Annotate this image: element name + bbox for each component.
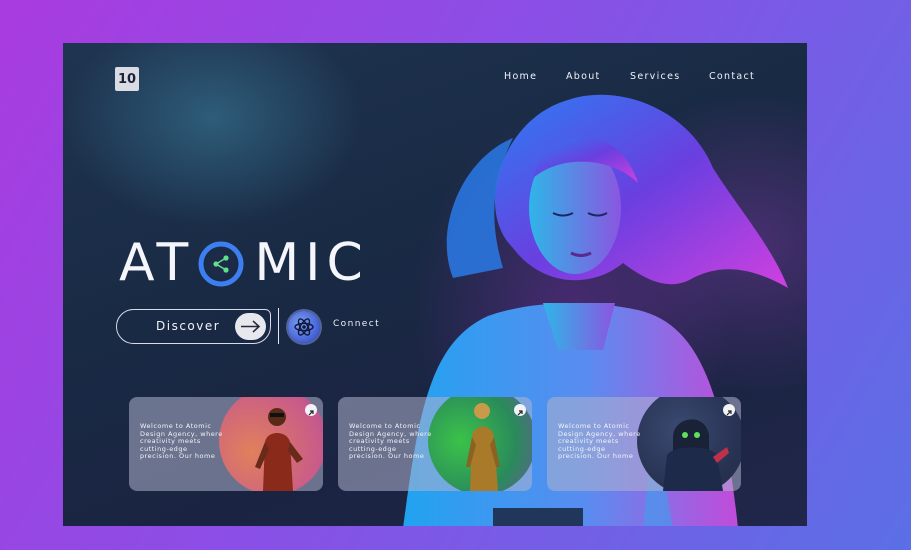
title-part-2: MIC	[254, 233, 369, 293]
discover-button[interactable]: Discover	[116, 309, 271, 344]
nav-contact[interactable]: Contact	[709, 71, 755, 82]
atom-icon	[294, 318, 314, 336]
feature-card-1[interactable]: Welcome to Atomic Design Agency, where c…	[129, 397, 323, 491]
nav-services[interactable]: Services	[630, 71, 680, 82]
feature-card-2[interactable]: Welcome to Atomic Design Agency, where c…	[338, 397, 532, 491]
nav-about[interactable]: About	[566, 71, 601, 82]
arrow-up-right-icon	[726, 410, 732, 416]
arrow-right-icon	[241, 320, 261, 333]
card-text: Welcome to Atomic Design Agency, where c…	[140, 422, 223, 461]
card-link-button[interactable]	[723, 404, 735, 416]
nav-home[interactable]: Home	[504, 71, 537, 82]
feature-card-3[interactable]: Welcome to Atomic Design Agency, where c…	[547, 397, 741, 491]
arrow-up-right-icon	[308, 410, 314, 416]
landing-page: 10 Home About Services Contact AT MIC Di…	[63, 43, 807, 526]
hero-title: AT MIC	[119, 233, 369, 293]
title-o-letter	[198, 240, 244, 287]
card-link-button[interactable]	[514, 404, 526, 416]
card-link-button[interactable]	[305, 404, 317, 416]
connect-label[interactable]: Connect	[333, 319, 380, 329]
connect-button[interactable]	[288, 311, 320, 343]
card-text: Welcome to Atomic Design Agency, where c…	[558, 422, 641, 461]
title-part-1: AT	[119, 233, 195, 293]
arrow-up-right-icon	[517, 410, 523, 416]
discover-label: Discover	[156, 319, 221, 333]
discover-arrow-button[interactable]	[235, 313, 266, 340]
card-text: Welcome to Atomic Design Agency, where c…	[349, 422, 432, 461]
share-nodes-icon	[198, 241, 244, 287]
divider	[278, 308, 279, 344]
